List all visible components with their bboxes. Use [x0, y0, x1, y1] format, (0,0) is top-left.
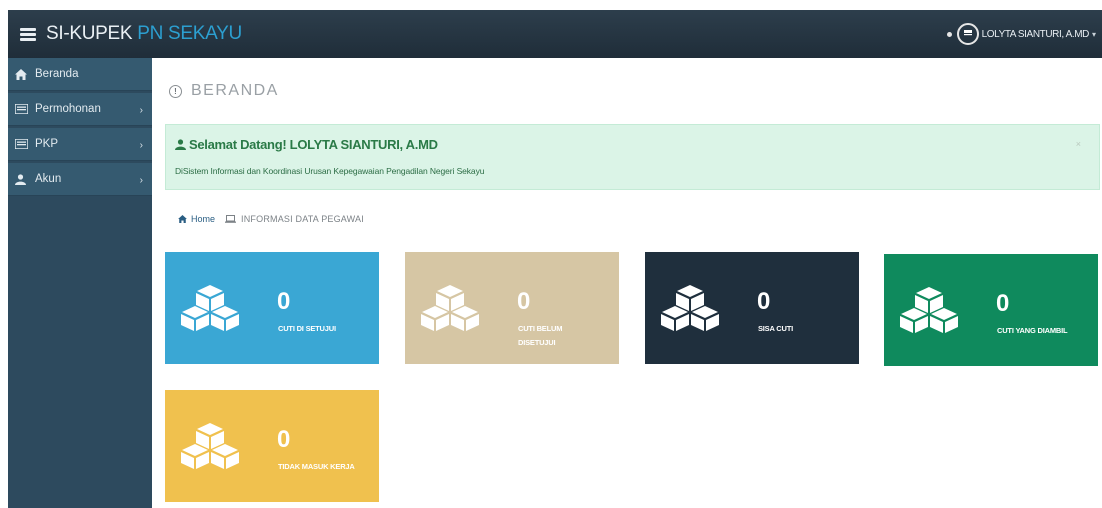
page-header: ! BERANDA [169, 82, 279, 100]
sidebar-item-beranda[interactable]: Beranda [8, 58, 152, 91]
cubes-icon [179, 422, 241, 475]
welcome-subtitle: DiSistem Informasi dan Koordinasi Urusan… [175, 166, 485, 176]
sidebar-item-label: Akun [35, 173, 62, 185]
close-icon[interactable]: × [1076, 139, 1081, 149]
stat-value: 0 [277, 426, 291, 453]
chevron-right-icon: › [139, 105, 143, 116]
welcome-alert: Selamat Datang! LOLYTA SIANTURI, A.MD Di… [165, 124, 1100, 190]
chevron-down-icon: ▾ [1091, 29, 1096, 39]
breadcrumb: Home INFORMASI DATA PEGAWAI [178, 214, 364, 224]
sidebar-item-permohonan[interactable]: Permohonan › [8, 93, 152, 126]
home-icon [15, 68, 29, 80]
page-title: BERANDA [191, 82, 279, 99]
stat-card-sisa-cuti[interactable]: 0 SISA CUTI [645, 252, 859, 364]
breadcrumb-home[interactable]: Home [178, 214, 215, 224]
sidebar-item-label: Beranda [35, 68, 79, 80]
welcome-title-text: Selamat Datang! LOLYTA SIANTURI, A.MD [189, 137, 438, 152]
laptop-icon [225, 215, 237, 223]
info-circle-icon: ! [169, 84, 182, 98]
stat-label: TIDAK MASUK KERJA [278, 462, 355, 471]
sidebar-item-label: PKP [35, 138, 59, 150]
stat-card-tidak-masuk-kerja[interactable]: 0 TIDAK MASUK KERJA [165, 390, 379, 502]
status-dot-icon [946, 31, 952, 37]
stat-card-cuti-yang-diambil[interactable]: 0 CUTI YANG DIAMBIL [884, 254, 1098, 366]
user-icon [15, 173, 29, 185]
brand-name: SI-KUPEK [46, 23, 133, 44]
home-icon [178, 215, 187, 223]
chevron-right-icon: › [139, 140, 143, 151]
cubes-icon [179, 284, 241, 337]
sidebar: Beranda Permohonan › PKP › Akun › [8, 58, 152, 508]
breadcrumb-current: INFORMASI DATA PEGAWAI [225, 214, 364, 224]
user-name: LOLYTA SIANTURI, A.MD [981, 28, 1090, 40]
user-menu[interactable]: LOLYTA SIANTURI, A.MD ▾ [946, 10, 1096, 58]
main-content: ! BERANDA Selamat Datang! LOLYTA SIANTUR… [152, 58, 1102, 508]
cubes-icon [419, 284, 481, 337]
cubes-icon [659, 284, 721, 337]
stat-card-cuti-disetujui[interactable]: 0 CUTI DI SETUJUI [165, 252, 379, 364]
cubes-icon [898, 286, 960, 339]
brand-org: PN SEKAYU [137, 23, 242, 44]
chevron-right-icon: › [139, 175, 143, 186]
sidebar-item-pkp[interactable]: PKP › [8, 128, 152, 161]
stat-label: CUTI YANG DIAMBIL [997, 326, 1068, 335]
app-brand[interactable]: SI-KUPEK PN SEKAYU [46, 23, 242, 45]
menu-toggle-icon[interactable] [20, 27, 36, 41]
stat-value: 0 [277, 288, 291, 315]
breadcrumb-current-label: INFORMASI DATA PEGAWAI [241, 214, 364, 224]
welcome-title: Selamat Datang! LOLYTA SIANTURI, A.MD [175, 137, 438, 152]
sidebar-item-label: Permohonan [35, 103, 101, 115]
sidebar-item-akun[interactable]: Akun › [8, 163, 152, 196]
list-icon [15, 138, 29, 150]
user-icon [175, 139, 186, 150]
top-navbar: SI-KUPEK PN SEKAYU LOLYTA SIANTURI, A.MD… [8, 10, 1102, 58]
stat-label: CUTI BELUM DISETUJUI [518, 324, 563, 347]
stat-label: CUTI DI SETUJUI [278, 324, 336, 333]
stat-value: 0 [996, 290, 1010, 317]
stat-label: SISA CUTI [758, 324, 794, 333]
user-card-icon [963, 30, 972, 36]
avatar [956, 23, 979, 45]
stat-value: 0 [757, 288, 771, 315]
stat-value: 0 [517, 288, 531, 315]
list-icon [15, 103, 29, 115]
stat-card-cuti-belum-disetujui[interactable]: 0 CUTI BELUM DISETUJUI [405, 252, 619, 364]
breadcrumb-home-label: Home [191, 214, 216, 224]
